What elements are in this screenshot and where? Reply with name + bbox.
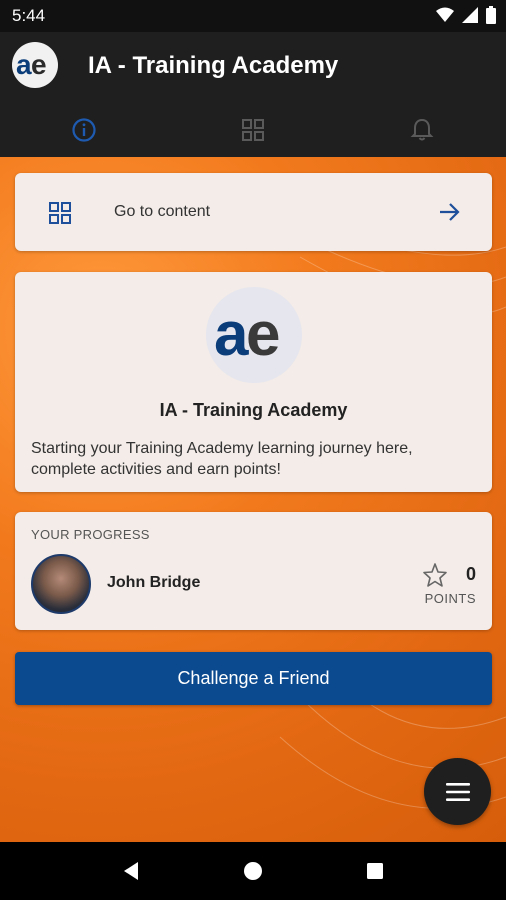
grid-icon xyxy=(49,202,71,224)
tab-notifications[interactable] xyxy=(337,102,506,157)
svg-text:a: a xyxy=(16,52,32,78)
academy-title: IA - Training Academy xyxy=(159,400,348,420)
avatar xyxy=(31,554,91,614)
battery-icon xyxy=(486,6,496,24)
status-bar: 5:44 xyxy=(0,0,506,32)
goto-content-card[interactable]: Go to content xyxy=(15,173,492,251)
svg-text:e: e xyxy=(246,307,280,363)
status-icons xyxy=(436,6,496,24)
points-value: 0 xyxy=(465,564,476,584)
tab-content[interactable] xyxy=(169,102,338,157)
goto-content-label: Go to content xyxy=(114,203,211,220)
progress-heading: YOUR PROGRESS xyxy=(31,527,150,542)
ae-logo-icon[interactable]: a e xyxy=(12,42,58,88)
system-nav-bar xyxy=(0,842,506,900)
main-content: Go to content a e IA - Training Academy … xyxy=(0,157,506,842)
academy-info-card: a e IA - Training Academy Starting your … xyxy=(15,272,492,492)
signal-icon xyxy=(462,7,478,23)
svg-text:a: a xyxy=(214,307,249,363)
progress-card[interactable]: YOUR PROGRESS John Bridge 0 POINTS xyxy=(15,512,492,630)
challenge-friend-button[interactable]: Challenge a Friend xyxy=(15,652,492,705)
menu-fab-button[interactable] xyxy=(424,758,491,825)
info-icon xyxy=(72,117,96,142)
tab-bar xyxy=(0,102,506,157)
ae-logo-icon: a e xyxy=(206,287,302,383)
user-name: John Bridge xyxy=(107,574,201,591)
arrow-right-icon xyxy=(440,203,460,221)
menu-icon xyxy=(445,782,470,801)
status-time: 5:44 xyxy=(12,6,46,25)
home-icon[interactable] xyxy=(242,860,264,882)
background-texture xyxy=(259,196,506,809)
recents-icon[interactable] xyxy=(364,860,386,882)
star-icon xyxy=(423,563,447,587)
wifi-icon xyxy=(436,7,454,22)
app-title: IA - Training Academy xyxy=(88,52,339,79)
svg-text:e: e xyxy=(31,52,47,78)
points-label: POINTS xyxy=(424,591,476,606)
academy-description: Starting your Training Academy learning … xyxy=(31,440,413,478)
grid-icon xyxy=(242,118,264,141)
app-bar: a e IA - Training Academy xyxy=(0,32,506,102)
bell-icon xyxy=(410,118,434,140)
back-icon[interactable] xyxy=(120,860,142,882)
tab-info[interactable] xyxy=(0,102,169,157)
